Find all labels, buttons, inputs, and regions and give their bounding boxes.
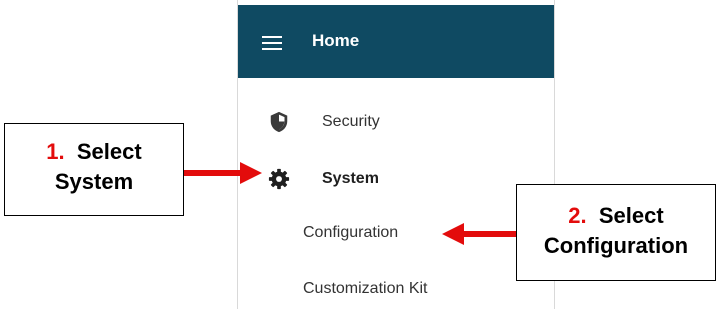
- arrow-to-configuration: [442, 223, 516, 245]
- arrow-to-system: [184, 162, 262, 184]
- annotation-arrows: [184, 162, 516, 245]
